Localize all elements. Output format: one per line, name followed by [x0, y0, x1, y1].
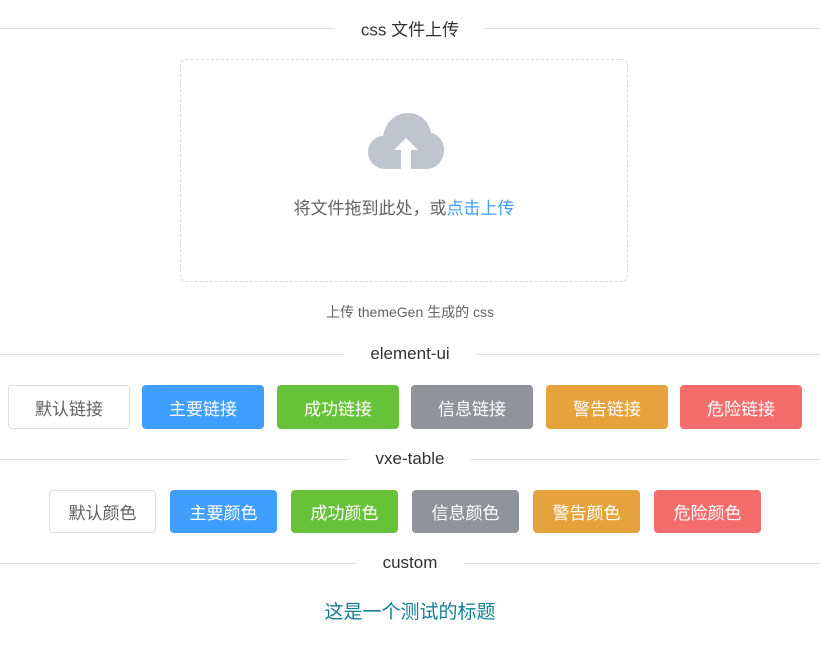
element-info-link-button[interactable]: 信息链接 [411, 385, 533, 429]
theme-preview-page: css 文件上传 将文件拖到此处，或点击上传 上传 themeGen 生成的 c… [0, 0, 820, 653]
upload-drop-text: 将文件拖到此处，或 [293, 199, 447, 218]
element-danger-link-button[interactable]: 危险链接 [680, 385, 802, 429]
section-title-css-upload: css 文件上传 [334, 15, 486, 41]
section-divider-css-upload: css 文件上传 [0, 15, 820, 41]
upload-dropzone[interactable]: 将文件拖到此处，或点击上传 [180, 59, 628, 282]
upload-instructions: 将文件拖到此处，或点击上传 [181, 194, 627, 219]
upload-tip: 上传 themeGen 生成的 css [325, 304, 495, 320]
vxe-info-color-button[interactable]: 信息颜色 [412, 490, 519, 533]
vxe-success-color-button[interactable]: 成功颜色 [291, 490, 398, 533]
custom-heading: 这是一个测试的标题 [324, 602, 496, 623]
section-title-vxe-table: vxe-table [349, 449, 471, 469]
cloud-upload-icon [368, 113, 444, 169]
element-warning-link-button[interactable]: 警告链接 [546, 385, 668, 429]
element-primary-link-button[interactable]: 主要链接 [142, 385, 264, 429]
vxe-danger-color-button[interactable]: 危险颜色 [654, 490, 761, 533]
section-title-element-ui: element-ui [344, 344, 476, 364]
vxe-primary-color-button[interactable]: 主要颜色 [170, 490, 277, 533]
section-divider-element-ui: element-ui [0, 344, 820, 364]
element-success-link-button[interactable]: 成功链接 [277, 385, 399, 429]
section-divider-custom: custom [0, 553, 820, 573]
section-title-custom: custom [356, 553, 464, 573]
vxe-default-color-button[interactable]: 默认颜色 [49, 490, 156, 533]
element-default-link-button[interactable]: 默认链接 [8, 385, 130, 429]
upload-click-link[interactable]: 点击上传 [447, 199, 515, 218]
section-divider-vxe-table: vxe-table [0, 449, 820, 469]
vxe-warning-color-button[interactable]: 警告颜色 [533, 490, 640, 533]
